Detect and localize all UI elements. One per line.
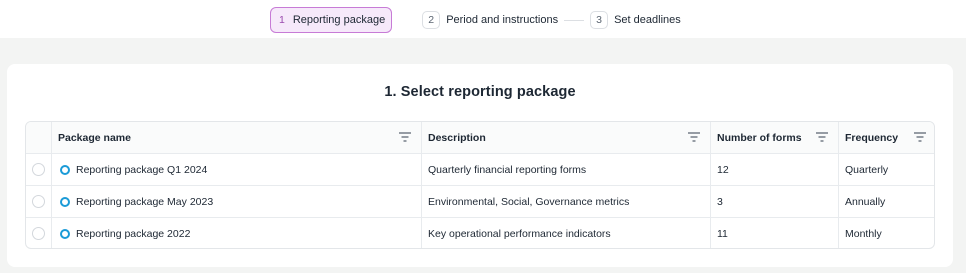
step-connector bbox=[404, 20, 414, 21]
step-number: 1 bbox=[279, 14, 285, 26]
column-header-number-of-forms[interactable]: Number of forms bbox=[710, 122, 838, 153]
description-cell: Key operational performance indicators bbox=[421, 218, 710, 248]
package-status-icon bbox=[60, 164, 70, 175]
package-name-cell: Reporting package 2022 bbox=[51, 218, 421, 248]
column-header-label: Package name bbox=[58, 131, 131, 144]
packages-table: Package name Description Number of forms… bbox=[25, 121, 935, 249]
filter-icon[interactable] bbox=[688, 132, 700, 142]
table-header-row: Package name Description Number of forms… bbox=[26, 122, 934, 153]
row-select-cell bbox=[26, 186, 51, 217]
row-select-cell bbox=[26, 154, 51, 185]
step-reporting-package[interactable]: 1 Reporting package bbox=[270, 7, 393, 33]
step-period-and-instructions[interactable]: 2 Period and instructions bbox=[422, 7, 558, 33]
column-header-package-name[interactable]: Package name bbox=[51, 122, 421, 153]
forms-count-cell: 11 bbox=[710, 218, 838, 248]
package-name: Reporting package Q1 2024 bbox=[76, 163, 208, 176]
step-set-deadlines[interactable]: 3 Set deadlines bbox=[590, 7, 681, 33]
package-status-icon bbox=[60, 196, 70, 207]
package-name: Reporting package 2022 bbox=[76, 227, 191, 240]
select-column-header bbox=[26, 122, 51, 153]
frequency-cell: Monthly bbox=[838, 218, 934, 248]
package-status-icon bbox=[60, 228, 70, 239]
row-select-cell bbox=[26, 218, 51, 248]
wizard-stepper: 1 Reporting package 2 Period and instruc… bbox=[270, 7, 681, 33]
column-header-frequency[interactable]: Frequency bbox=[838, 122, 934, 153]
forms-count-cell: 3 bbox=[710, 186, 838, 217]
top-bar: 1 Reporting package 2 Period and instruc… bbox=[0, 0, 966, 38]
package-name-cell: Reporting package Q1 2024 bbox=[51, 154, 421, 185]
row-radio[interactable] bbox=[32, 195, 45, 208]
step-label: Reporting package bbox=[292, 14, 386, 26]
step-number: 2 bbox=[422, 11, 441, 29]
filter-icon[interactable] bbox=[816, 132, 828, 142]
filter-icon[interactable] bbox=[914, 132, 926, 142]
step-connector bbox=[564, 19, 585, 21]
row-radio[interactable] bbox=[32, 227, 45, 240]
step-number: 3 bbox=[590, 11, 609, 29]
package-name: Reporting package May 2023 bbox=[76, 195, 214, 208]
column-header-label: Number of forms bbox=[717, 131, 802, 144]
package-selection-card: 1. Select reporting package Package name… bbox=[7, 64, 953, 267]
column-header-label: Description bbox=[428, 131, 486, 144]
frequency-cell: Annually bbox=[838, 186, 934, 217]
column-header-description[interactable]: Description bbox=[421, 122, 710, 153]
description-cell: Environmental, Social, Governance metric… bbox=[421, 186, 710, 217]
step-label: Set deadlines bbox=[614, 14, 681, 26]
forms-count-cell: 12 bbox=[710, 154, 838, 185]
page-title: 1. Select reporting package bbox=[384, 84, 576, 100]
table-row[interactable]: Reporting package May 2023 Environmental… bbox=[26, 185, 934, 217]
package-name-cell: Reporting package May 2023 bbox=[51, 186, 421, 217]
column-header-label: Frequency bbox=[845, 131, 899, 144]
table-row[interactable]: Reporting package 2022 Key operational p… bbox=[26, 217, 934, 248]
table-row[interactable]: Reporting package Q1 2024 Quarterly fina… bbox=[26, 153, 934, 185]
frequency-cell: Quarterly bbox=[838, 154, 934, 185]
filter-icon[interactable] bbox=[399, 132, 411, 142]
step-label: Period and instructions bbox=[446, 14, 559, 26]
row-radio[interactable] bbox=[32, 163, 45, 176]
description-cell: Quarterly financial reporting forms bbox=[421, 154, 710, 185]
